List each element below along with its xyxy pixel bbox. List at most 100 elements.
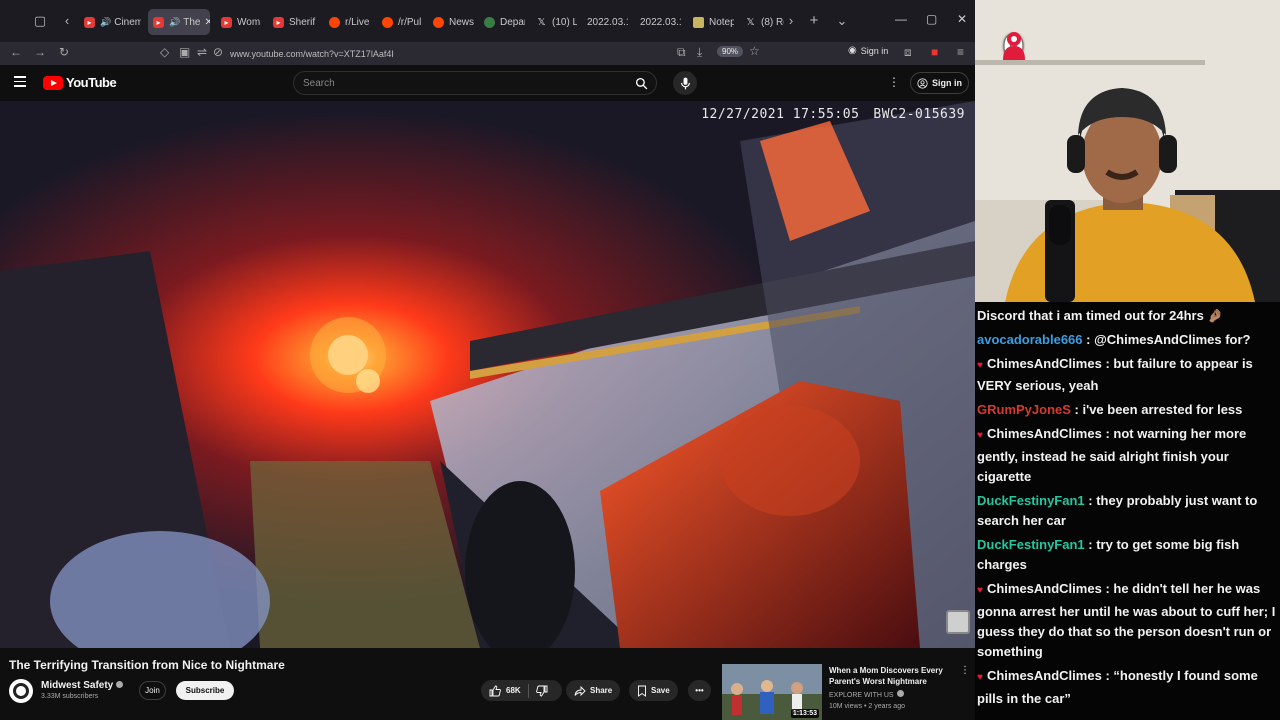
bodycam-overlay: 12/27/2021 17:55:05 BWC2-015639	[701, 107, 965, 122]
like-button[interactable]: 68K	[489, 685, 521, 697]
browser-tab-label: News	[449, 16, 474, 28]
new-tab-icon[interactable]: +	[805, 12, 823, 30]
shield-icon[interactable]: ◇	[160, 45, 169, 59]
chat-message: ♥ ChimesAndClimes : not warning her more …	[977, 424, 1278, 487]
browser-tab[interactable]: ▸ Wom	[216, 9, 262, 35]
reload-icon[interactable]: ↻	[59, 45, 69, 59]
search-input[interactable]	[303, 75, 603, 91]
channel-avatar[interactable]	[9, 679, 33, 703]
browser-tab-label: Wom	[237, 16, 261, 28]
tab-list-chevron-icon[interactable]: ⌄	[833, 12, 851, 30]
speaker-icon[interactable]: 🔊	[100, 17, 111, 28]
browser-sign-in[interactable]: ◉ Sign in	[848, 45, 888, 56]
chat-username[interactable]: ChimesAndClimes	[987, 668, 1102, 683]
thumbs-up-icon	[489, 685, 501, 696]
picture-in-picture-icon[interactable]: ⧉	[677, 45, 686, 60]
search-icon	[635, 77, 647, 89]
chat-message: ♥ ChimesAndClimes : he didn't tell her he…	[977, 579, 1278, 662]
permissions-icon[interactable]: ⇌	[197, 45, 207, 59]
browser-tab-label: Notep	[709, 16, 734, 28]
chat-username[interactable]: ChimesAndClimes	[987, 426, 1102, 441]
dislike-button[interactable]	[535, 685, 548, 697]
addon-icon[interactable]: ■	[931, 45, 938, 59]
extensions-icon[interactable]: ⧈	[904, 45, 912, 60]
mic-blocked-icon[interactable]: ⊘	[213, 45, 223, 59]
browser-tab[interactable]: Notep	[688, 9, 734, 35]
browser-tab[interactable]: 𝕏 (10) L	[531, 9, 577, 35]
join-button[interactable]: Join	[139, 681, 166, 700]
browser-tab-label: Sherif	[289, 16, 316, 28]
browser-tab[interactable]: r/Live	[324, 9, 371, 35]
navigation-bar: ← → ↻ ◇ ▣ ⇌ ⊘ www.youtube.com/watch?v=XT…	[0, 42, 975, 65]
chat-username[interactable]: ChimesAndClimes	[987, 356, 1102, 371]
heart-badge-icon: ♥	[977, 359, 983, 371]
youtube-logo[interactable]: YouTube	[43, 75, 117, 90]
youtube-icon: ▸	[153, 16, 164, 28]
tabs-scroll-left-icon[interactable]: ‹	[58, 12, 76, 30]
recommended-channel[interactable]: EXPLORE WITH US	[829, 690, 904, 699]
recommended-more-icon[interactable]: ⋮	[960, 665, 970, 676]
url-bar[interactable]: ◇ ▣ ⇌ ⊘ www.youtube.com/watch?v=XTZ17lAa…	[155, 43, 770, 64]
recommended-thumbnail[interactable]: 1:13:53	[722, 664, 822, 720]
chat-text: : i've been arrested for less	[1074, 402, 1243, 418]
channel-watermark[interactable]	[946, 610, 970, 634]
channel-name-text: Midwest Safety	[41, 680, 114, 691]
save-button[interactable]: Save	[629, 680, 678, 701]
chat-message: DuckFestinyFan1 : they probably just wan…	[977, 491, 1278, 532]
close-tab-icon[interactable]: ✕	[204, 17, 210, 28]
download-icon[interactable]: ⤓	[697, 45, 702, 60]
more-actions-button[interactable]: •••	[688, 680, 711, 701]
browser-tab[interactable]: ▸ 🔊 Cinem	[79, 9, 141, 35]
x-icon: 𝕏	[537, 16, 546, 28]
browser-tab[interactable]: Depar	[479, 9, 525, 35]
tab-overview-icon[interactable]: ▢	[31, 12, 49, 30]
browser-tab[interactable]: ▸ Sherif	[268, 9, 318, 35]
minimize-icon[interactable]: —	[895, 12, 907, 26]
x-icon: 𝕏	[746, 16, 755, 28]
browser-tab[interactable]: ▸ 🔊 The ✕	[148, 9, 210, 35]
share-button[interactable]: Share	[566, 680, 621, 701]
lock-icon[interactable]: ▣	[179, 45, 190, 59]
youtube-header: YouTube ⋮ Sign in	[0, 65, 975, 101]
chat-username[interactable]: GRumPyJoneS	[977, 402, 1071, 417]
chat-username[interactable]: DuckFestinyFan1	[977, 537, 1085, 552]
browser-tab[interactable]: News	[428, 9, 474, 35]
browser-tab-label: Depar	[500, 16, 525, 28]
voice-search-button[interactable]	[673, 71, 697, 95]
heart-badge-icon: ♥	[977, 585, 983, 597]
maximize-icon[interactable]: ▢	[926, 12, 937, 26]
settings-more-icon[interactable]: ⋮	[888, 75, 900, 89]
chat-username[interactable]: ChimesAndClimes	[987, 581, 1102, 596]
browser-tab[interactable]: 2022.03.1	[635, 9, 681, 35]
forward-icon[interactable]: →	[34, 45, 46, 59]
heart-badge-icon: ♥	[977, 672, 983, 684]
recommended-title[interactable]: When a Mom Discovers Every Parent's Wors…	[829, 665, 954, 687]
search-button[interactable]	[626, 72, 656, 94]
browser-tab[interactable]: 𝕏 (8) Re	[740, 9, 784, 35]
browser-tab[interactable]: /r/Pul	[377, 9, 423, 35]
url-text[interactable]: www.youtube.com/watch?v=XTZ17lAaf4I	[230, 49, 394, 59]
subscribe-button[interactable]: Subscribe	[176, 681, 234, 700]
close-window-icon[interactable]: ✕	[957, 12, 967, 26]
chat-message: avocadorable666 : @ChimesAndClimes for?	[977, 330, 1278, 350]
channel-name[interactable]: Midwest Safety	[41, 680, 124, 691]
browser-tab[interactable]: 2022.03.1	[582, 9, 628, 35]
verified-icon	[116, 681, 124, 688]
bodycam-datetime: 12/27/2021 17:55:05	[701, 107, 860, 122]
guide-menu-icon[interactable]	[14, 76, 26, 90]
chat-username[interactable]: DuckFestinyFan1	[977, 493, 1085, 508]
chat-username[interactable]: avocadorable666	[977, 332, 1083, 347]
back-icon[interactable]: ←	[10, 45, 22, 59]
browser-tab-label: The	[183, 16, 201, 28]
video-player[interactable]: 12/27/2021 17:55:05 BWC2-015639	[0, 101, 975, 648]
bookmark-star-icon[interactable]: ☆	[749, 44, 760, 58]
zoom-level[interactable]: 90%	[717, 46, 744, 57]
tabs-scroll-right-icon[interactable]: ›	[782, 12, 800, 30]
youtube-play-icon	[43, 75, 63, 90]
browser-tab-label: /r/Pul	[398, 16, 422, 28]
menu-icon[interactable]: ≡	[957, 45, 964, 59]
chat-message: ♥ ChimesAndClimes : but failure to appear…	[977, 354, 1278, 397]
save-label: Save	[651, 686, 670, 695]
youtube-sign-in-button[interactable]: Sign in	[910, 72, 969, 94]
speaker-icon[interactable]: 🔊	[169, 17, 180, 28]
